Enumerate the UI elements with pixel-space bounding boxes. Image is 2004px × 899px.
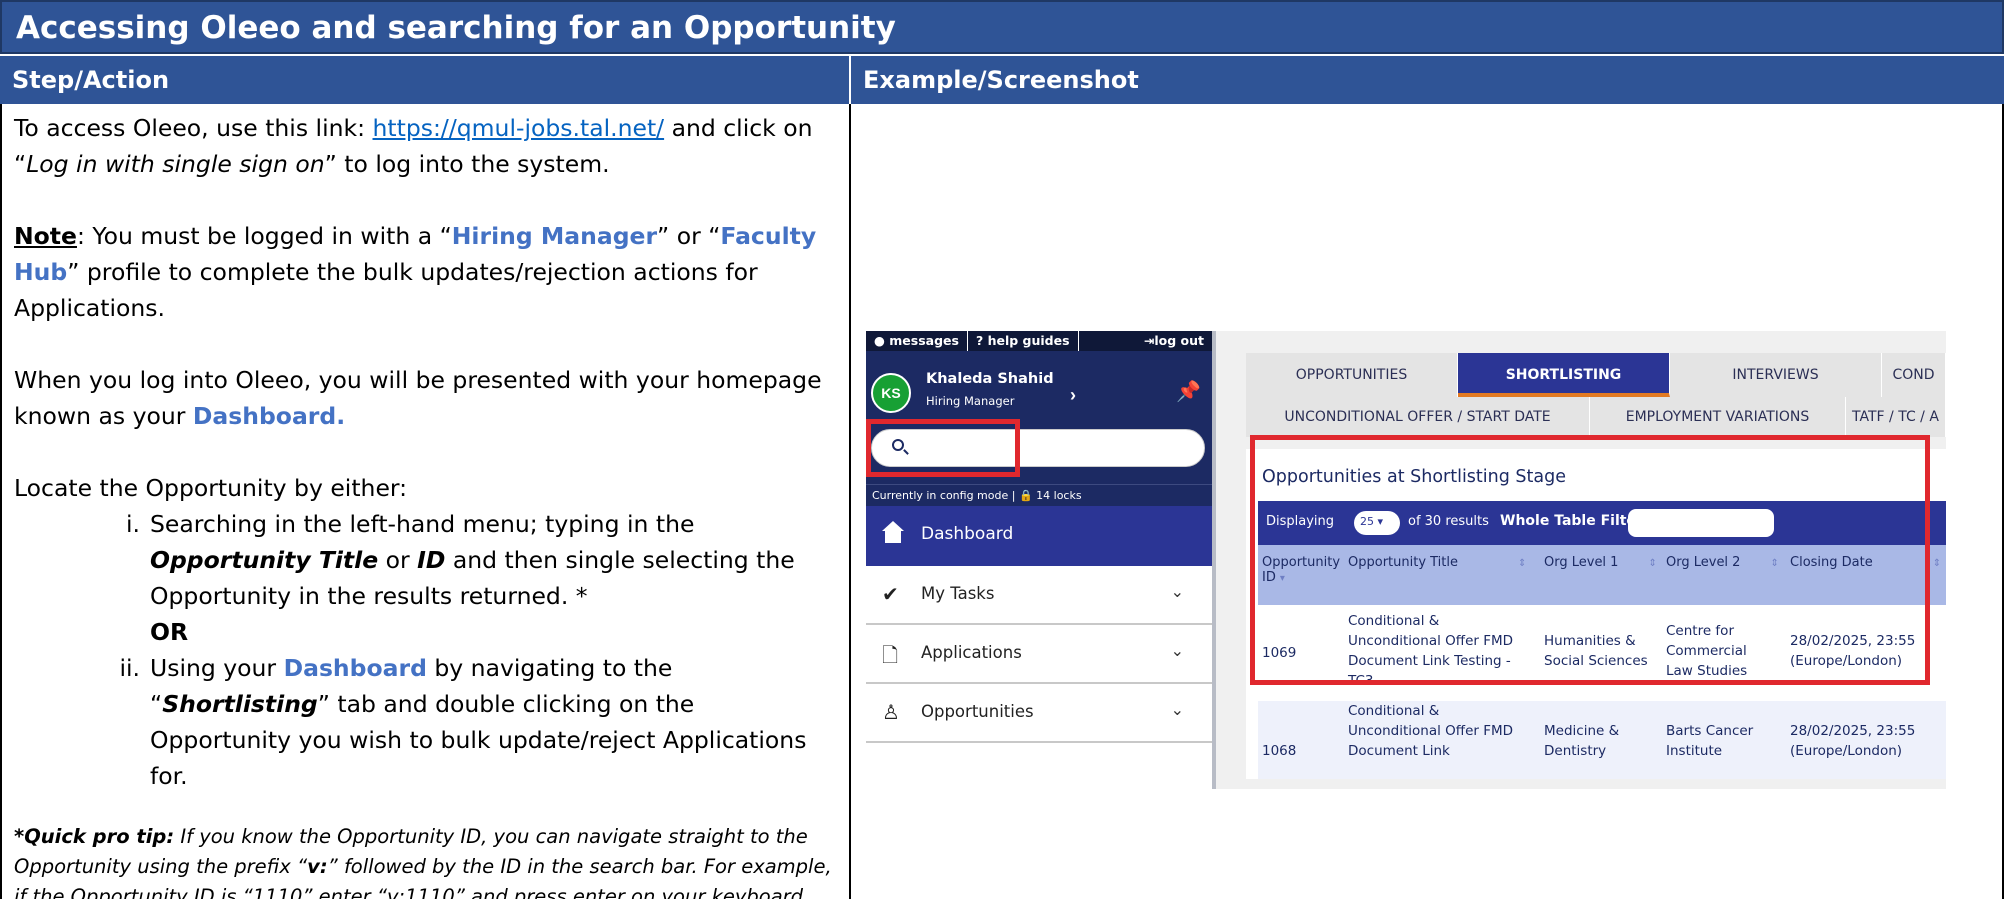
nav-item-opportunities[interactable]: ♙ Opportunities ⌄	[866, 684, 1212, 743]
prefix-term: v:	[307, 855, 328, 878]
tab-row-1: OPPORTUNITIES SHORTLISTING INTERVIEWS CO…	[1246, 353, 1946, 397]
list-item: i. Searching in the left-hand menu; typi…	[116, 506, 837, 614]
id-term: ID	[417, 546, 446, 574]
nav-label: Applications	[921, 643, 1022, 662]
config-mode-bar: Currently in config mode | 🔒 14 locks	[866, 484, 1212, 506]
dashboard-paragraph: When you log into Oleeo, you will be pre…	[14, 362, 837, 434]
column-header-example-screenshot: Example/Screenshot	[851, 54, 2004, 104]
tab-interviews[interactable]: INTERVIEWS	[1670, 353, 1882, 397]
text: : You must be logged in with a “	[76, 222, 452, 250]
messages-link[interactable]: ● messages	[866, 331, 968, 351]
checkmark-icon: ✔	[882, 582, 899, 606]
tab-shortlisting[interactable]: SHORTLISTING	[1458, 353, 1670, 397]
text: ” or “	[657, 222, 721, 250]
document-icon: 🗋	[882, 643, 899, 667]
text: Using your	[150, 654, 284, 682]
nav-label: My Tasks	[921, 584, 995, 603]
search-highlight-box	[866, 419, 1020, 477]
shortlisting-term: Shortlisting	[162, 690, 318, 718]
help-guides-link[interactable]: ? help guides	[968, 331, 1079, 351]
tab-row-2: UNCONDITIONAL OFFER / START DATE EMPLOYM…	[1246, 397, 1946, 437]
tab-tatf[interactable]: TATF / TC / A	[1846, 397, 1946, 437]
step-action-cell: To access Oleeo, use this link: https://…	[0, 104, 851, 899]
log-out-link[interactable]: ⇥log out	[1136, 331, 1212, 351]
avatar[interactable]: KS	[871, 373, 911, 413]
cell-title: Conditional & Unconditional Offer FMD Do…	[1348, 703, 1514, 759]
oleeo-link[interactable]: https://qmul-jobs.tal.net/	[373, 114, 665, 142]
pin-icon[interactable]: 📌	[1176, 379, 1201, 404]
cell-closing: 28/02/2025, 23:55 (Europe/London)	[1790, 723, 1916, 759]
nav-label: Opportunities	[921, 702, 1034, 721]
nav-item-dashboard[interactable]: Dashboard	[866, 506, 1212, 566]
locate-paragraph: Locate the Opportunity by either:	[14, 474, 408, 502]
access-paragraph: To access Oleeo, use this link: https://…	[14, 110, 837, 182]
chevron-right-icon[interactable]: ›	[1070, 385, 1076, 406]
list-number: ii.	[119, 654, 140, 682]
text: To access Oleeo, use this link:	[14, 114, 373, 142]
cell-org2: Barts Cancer Institute	[1666, 723, 1754, 759]
oleeo-screenshot: ● messages ? help guides ⇥log out KS Kha…	[866, 331, 1946, 789]
tab-opportunities[interactable]: OPPORTUNITIES	[1246, 353, 1458, 397]
document-title: Accessing Oleeo and searching for an Opp…	[0, 0, 2004, 54]
dashboard-term: Dashboard	[283, 654, 427, 682]
pro-tip-label: *Quick pro tip:	[14, 825, 175, 848]
chevron-down-icon: ⌄	[1170, 582, 1184, 601]
list-text: Searching in the left-hand menu; typing …	[150, 506, 837, 614]
text: or	[378, 546, 418, 574]
pro-tip: *Quick pro tip: If you know the Opportun…	[14, 822, 837, 899]
column-header-step-action: Step/Action	[0, 54, 851, 104]
person-icon: ♙	[882, 700, 900, 724]
locate-list: i. Searching in the left-hand menu; typi…	[116, 506, 837, 794]
tab-unconditional-offer[interactable]: UNCONDITIONAL OFFER / START DATE	[1246, 397, 1590, 437]
tab-conditional[interactable]: COND	[1882, 353, 1946, 397]
profile-header: ● messages ? help guides ⇥log out KS Kha…	[866, 331, 1212, 484]
text: When you log into Oleeo, you will be pre…	[14, 366, 822, 430]
cell-id: 1068	[1262, 743, 1297, 759]
text: ” profile to complete the bulk updates/r…	[14, 258, 758, 322]
text: ” to log into the system.	[324, 150, 610, 178]
nav-label: Dashboard	[921, 524, 1014, 544]
nav-item-my-tasks[interactable]: ✔ My Tasks ⌄	[866, 566, 1212, 625]
note-paragraph: Note: You must be logged in with a “Hiri…	[14, 218, 837, 326]
sso-label: Log in with single sign on	[26, 150, 325, 178]
example-screenshot-cell: ● messages ? help guides ⇥log out KS Kha…	[851, 104, 2004, 899]
user-role: Hiring Manager	[926, 394, 1015, 408]
user-name: Khaleda Shahid	[926, 371, 1054, 387]
dashboard-main: OPPORTUNITIES SHORTLISTING INTERVIEWS CO…	[1216, 331, 1946, 789]
table-body-row: To access Oleeo, use this link: https://…	[0, 104, 2004, 899]
text: Searching in the left-hand menu; typing …	[150, 510, 695, 538]
cell-org1: Medicine & Dentistry	[1544, 723, 1620, 759]
list-item: ii. Using your Dashboard by navigating t…	[116, 650, 837, 794]
chevron-down-icon: ⌄	[1170, 641, 1184, 660]
or-separator: OR	[150, 618, 189, 646]
chevron-down-icon: ⌄	[1170, 700, 1184, 719]
dashboard-term: Dashboard.	[192, 402, 346, 430]
list-text: Using your Dashboard by navigating to th…	[150, 650, 837, 794]
opportunity-title-term: Opportunity Title	[150, 546, 379, 574]
nav-item-applications[interactable]: 🗋 Applications ⌄	[866, 625, 1212, 684]
left-menu: ● messages ? help guides ⇥log out KS Kha…	[866, 331, 1212, 789]
shortlisting-highlight-box	[1250, 435, 1930, 685]
hiring-manager-term: Hiring Manager	[451, 222, 658, 250]
top-nav: ● messages ? help guides ⇥log out	[866, 331, 1212, 351]
table-row[interactable]: 1068 Conditional & Unconditional Offer F…	[1258, 701, 1946, 779]
note-label: Note	[14, 222, 77, 250]
list-number: i.	[126, 510, 140, 538]
home-icon	[882, 521, 904, 543]
tab-employment-variations[interactable]: EMPLOYMENT VARIATIONS	[1590, 397, 1846, 437]
